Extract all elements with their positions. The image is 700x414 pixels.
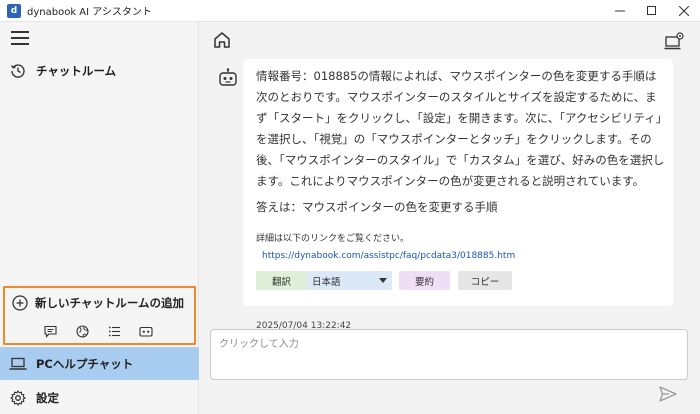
- add-chat-room-label: 新しいチャットルームの追加: [35, 296, 185, 310]
- gear-icon: [10, 390, 26, 406]
- history-icon: [10, 64, 25, 78]
- window-controls: [604, 0, 700, 22]
- chat-area: 情報番号：018885の情報によれば、マウスポインターの色を変更する手順は次のと…: [200, 22, 700, 414]
- list-icon: [108, 326, 120, 336]
- quick-actions: [41, 323, 155, 339]
- maximize-icon: [647, 6, 656, 15]
- close-button[interactable]: [668, 0, 700, 22]
- home-icon: [214, 32, 230, 48]
- dynabook-app-icon: d: [7, 3, 21, 18]
- globe-button[interactable]: [73, 323, 91, 339]
- hamburger-icon[interactable]: [11, 31, 29, 45]
- summary-button[interactable]: 要約: [399, 271, 450, 290]
- chevron-down-icon: [379, 278, 387, 283]
- assistant-message: 情報番号：018885の情報によれば、マウスポインターの色を変更する手順は次のと…: [243, 59, 673, 331]
- minimize-button[interactable]: [604, 0, 636, 22]
- sidebar-item-chat-room[interactable]: チャットルーム: [0, 55, 199, 87]
- message-answer: 答えは：マウスポインターの色を変更する手順: [256, 200, 498, 214]
- title-bar: d dynabook AI アシスタント: [0, 0, 700, 22]
- message-body: 情報番号：018885の情報によれば、マウスポインターの色を変更する手順は次のと…: [256, 69, 665, 188]
- sidebar-item-settings[interactable]: 設定: [0, 382, 199, 414]
- send-icon: [659, 386, 677, 402]
- sidebar-item-label: PCヘルプチャット: [36, 356, 134, 371]
- pc-settings-icon: [664, 32, 684, 50]
- robot-icon: [218, 68, 238, 90]
- window-title: dynabook AI アシスタント: [27, 7, 152, 18]
- send-button[interactable]: [659, 386, 677, 402]
- copy-button[interactable]: コピー: [458, 271, 512, 290]
- laptop-icon: [9, 357, 27, 370]
- home-button[interactable]: [212, 30, 234, 52]
- plus-circle-icon: [12, 295, 28, 311]
- new-chat-room-section: 新しいチャットルームの追加: [3, 286, 196, 345]
- sidebar-item-label: チャットルーム: [36, 64, 117, 78]
- message-actions: 翻訳 日本語 要約 コピー: [256, 271, 512, 290]
- robot-icon: [139, 326, 153, 337]
- detail-text: 詳細は以下のリンクをご覧ください。: [256, 234, 410, 244]
- chat-bubble-button[interactable]: [41, 323, 59, 339]
- sidebar-item-pc-help-chat[interactable]: PCヘルプチャット: [0, 347, 199, 380]
- faq-link[interactable]: https://dynabook.com/assistpc/faq/pcdata…: [262, 251, 515, 261]
- globe-icon: [75, 324, 89, 338]
- chat-input[interactable]: [210, 329, 688, 380]
- language-value: 日本語: [312, 276, 341, 288]
- language-select[interactable]: 日本語: [307, 271, 392, 290]
- minimize-icon: [615, 10, 625, 12]
- pc-settings-button[interactable]: [664, 30, 686, 52]
- list-button[interactable]: [105, 323, 123, 339]
- robot-button[interactable]: [137, 323, 155, 339]
- sidebar: チャットルーム 新しいチャットルームの追加 PCヘルプチャット 設定: [0, 22, 199, 414]
- chat-bubble-icon: [43, 325, 57, 338]
- add-chat-room-button[interactable]: 新しいチャットルームの追加: [5, 292, 194, 314]
- close-icon: [679, 6, 689, 16]
- maximize-button[interactable]: [636, 0, 668, 22]
- sidebar-item-label: 設定: [36, 391, 59, 405]
- translate-button[interactable]: 翻訳: [256, 271, 307, 290]
